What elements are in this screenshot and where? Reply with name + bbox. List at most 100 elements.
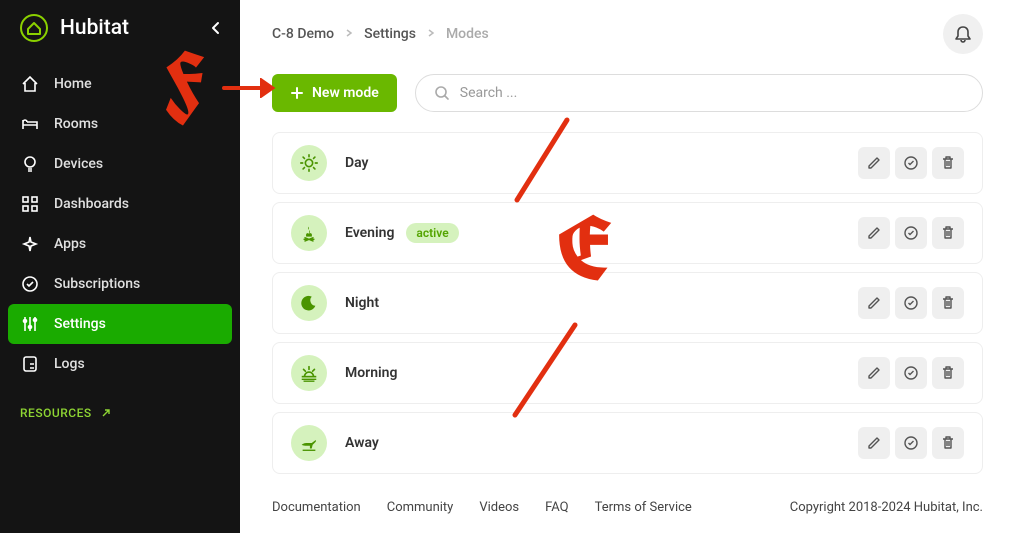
trash-icon [940, 155, 956, 171]
search-input[interactable] [460, 85, 964, 101]
check-circle-icon [903, 435, 919, 451]
dashboard-icon [20, 194, 40, 214]
delete-button[interactable] [932, 217, 964, 249]
bed-icon [20, 114, 40, 134]
edit-button[interactable] [858, 357, 890, 389]
nav-label: Subscriptions [54, 276, 140, 292]
logs-icon [20, 354, 40, 374]
sidebar-item-devices[interactable]: Devices [8, 144, 232, 184]
breadcrumb-current: Modes [446, 26, 489, 42]
activate-button[interactable] [895, 217, 927, 249]
nav-label: Home [54, 76, 92, 92]
topbar: C-8 Demo Settings Modes [240, 0, 1015, 68]
breadcrumb-parent[interactable]: Settings [364, 26, 416, 42]
mode-name: Evening [345, 225, 394, 241]
resources-label: RESOURCES [20, 406, 92, 420]
moon-icon [291, 285, 327, 321]
bell-icon [953, 24, 973, 44]
plus-icon [290, 86, 304, 100]
pencil-icon [866, 225, 882, 241]
trash-icon [940, 365, 956, 381]
sidebar-header: Hubitat [0, 0, 240, 60]
trash-icon [940, 435, 956, 451]
activate-button[interactable] [895, 287, 927, 319]
delete-button[interactable] [932, 427, 964, 459]
new-mode-label: New mode [312, 85, 379, 101]
sidebar-item-logs[interactable]: Logs [8, 344, 232, 384]
sliders-icon [20, 314, 40, 334]
new-mode-button[interactable]: New mode [272, 74, 397, 112]
sunrise-icon [291, 355, 327, 391]
plane-icon [291, 425, 327, 461]
sidebar: Hubitat Home Rooms [0, 0, 240, 533]
pencil-icon [866, 365, 882, 381]
mode-actions [858, 217, 964, 249]
check-circle-icon [903, 365, 919, 381]
sidebar-item-settings[interactable]: Settings [8, 304, 232, 344]
sidebar-item-rooms[interactable]: Rooms [8, 104, 232, 144]
sun-icon [291, 145, 327, 181]
footer-link[interactable]: Documentation [272, 500, 361, 515]
delete-button[interactable] [932, 357, 964, 389]
breadcrumb-root[interactable]: C-8 Demo [272, 26, 334, 42]
home-icon [20, 74, 40, 94]
footer-link[interactable]: FAQ [545, 500, 568, 515]
delete-button[interactable] [932, 287, 964, 319]
resources-link[interactable]: RESOURCES [0, 388, 240, 438]
notifications-button[interactable] [943, 14, 983, 54]
chevron-right-icon [426, 26, 436, 42]
check-circle-icon [903, 225, 919, 241]
mode-actions [858, 287, 964, 319]
footer-links: Documentation Community Videos FAQ Terms of … [272, 500, 692, 515]
trash-icon [940, 225, 956, 241]
toolbar: New mode [272, 74, 983, 112]
search-box[interactable] [415, 74, 983, 112]
mode-row: Evening active [272, 202, 983, 264]
delete-button[interactable] [932, 147, 964, 179]
search-icon [434, 85, 450, 101]
mode-row: Away [272, 412, 983, 474]
check-circle-icon [20, 274, 40, 294]
nav-label: Dashboards [54, 196, 129, 212]
footer-link[interactable]: Community [387, 500, 454, 515]
activate-button[interactable] [895, 147, 927, 179]
pencil-icon [866, 295, 882, 311]
edit-button[interactable] [858, 287, 890, 319]
sidebar-item-dashboards[interactable]: Dashboards [8, 184, 232, 224]
pencil-icon [866, 435, 882, 451]
nav-label: Rooms [54, 116, 98, 132]
nav-label: Apps [54, 236, 86, 252]
nav-label: Settings [54, 316, 106, 332]
mode-row: Day [272, 132, 983, 194]
mode-list: Day Evening active [272, 132, 983, 474]
nav-label: Devices [54, 156, 103, 172]
footer-link[interactable]: Videos [479, 500, 519, 515]
edit-button[interactable] [858, 217, 890, 249]
pencil-icon [866, 155, 882, 171]
chevron-left-icon [208, 20, 224, 36]
mode-name: Morning [345, 365, 397, 381]
sidebar-item-home[interactable]: Home [8, 64, 232, 104]
active-badge: active [406, 223, 458, 243]
mode-name: Day [345, 155, 369, 171]
activate-button[interactable] [895, 357, 927, 389]
breadcrumb: C-8 Demo Settings Modes [272, 26, 489, 42]
mode-actions [858, 427, 964, 459]
sidebar-collapse-button[interactable] [204, 16, 228, 40]
edit-button[interactable] [858, 427, 890, 459]
mode-row: Morning [272, 342, 983, 404]
activate-button[interactable] [895, 427, 927, 459]
sidebar-item-apps[interactable]: Apps [8, 224, 232, 264]
edit-button[interactable] [858, 147, 890, 179]
mode-row: Night [272, 272, 983, 334]
main-panel: C-8 Demo Settings Modes New mode [240, 0, 1015, 533]
sidebar-item-subscriptions[interactable]: Subscriptions [8, 264, 232, 304]
copyright-text: Copyright 2018-2024 Hubitat, Inc. [790, 500, 983, 515]
footer-link[interactable]: Terms of Service [595, 500, 692, 515]
nav-list: Home Rooms Devices [0, 60, 240, 388]
external-link-icon [100, 407, 112, 419]
footer: Documentation Community Videos FAQ Terms of … [240, 482, 1015, 533]
logo[interactable]: Hubitat [20, 14, 129, 42]
nav-label: Logs [54, 356, 85, 372]
content-area: New mode Day [240, 68, 1015, 482]
